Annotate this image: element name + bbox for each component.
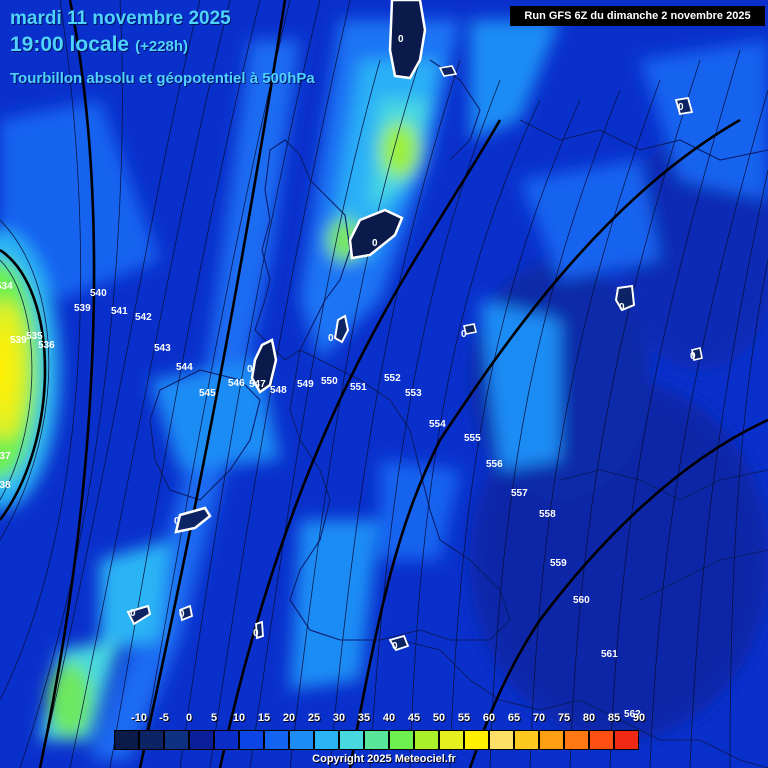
geopotential-label: 544 (176, 362, 193, 373)
vorticity-geopotential-map: 0 0 0 0 0 0 0 0 0 0 0 0 0 534 539 5 35 536 53… (0, 0, 768, 768)
legend-color-cell (289, 730, 314, 750)
legend-tick-label: 5 (210, 712, 218, 724)
geopotential-label: 552 (384, 373, 401, 384)
geopotential-label: 547 (249, 379, 266, 390)
geopotential-label: 545 (199, 388, 216, 399)
copyright: Copyright 2025 Meteociel.fr (312, 753, 456, 765)
legend-tick-label: -10 (131, 712, 147, 724)
geopotential-label: 536 (38, 340, 55, 351)
legend-color-cell (114, 730, 139, 750)
geopotential-label: 558 (539, 509, 556, 520)
geopotential-label: 553 (405, 388, 422, 399)
legend-color-cell (589, 730, 614, 750)
geopotential-label: 540 (90, 288, 107, 299)
legend-color-cell (489, 730, 514, 750)
legend-tick-label: 80 (582, 712, 596, 724)
geopotential-label: 551 (350, 382, 367, 393)
geopotential-label: 556 (486, 459, 503, 470)
legend-color-cell (514, 730, 539, 750)
legend-color-cell (139, 730, 164, 750)
forecast-local-time: 19:00 locale (10, 33, 130, 56)
legend-tick-label: 55 (457, 712, 471, 724)
legend-color-cell (164, 730, 189, 750)
geopotential-label: 539 (74, 303, 91, 314)
map-parameter: Tourbillon absolu et géopotentiel à 500h… (10, 70, 315, 87)
legend-tick-label: 70 (532, 712, 546, 724)
zero-label: 0 (130, 608, 136, 619)
zero-label: 0 (174, 516, 180, 527)
zero-label: 0 (690, 351, 696, 362)
legend-color-cell (464, 730, 489, 750)
geopotential-label: 548 (270, 385, 287, 396)
legend-color-cell (564, 730, 589, 750)
legend-tick-label: 15 (257, 712, 271, 724)
zero-label: 0 (247, 364, 253, 375)
legend-tick-label: 60 (482, 712, 496, 724)
geopotential-label: 541 (111, 306, 128, 317)
geopotential-label: 554 (429, 419, 446, 430)
zero-label: 0 (179, 609, 185, 620)
legend-color-cell (314, 730, 339, 750)
legend-tick-label: 90 (632, 712, 646, 724)
legend-tick-label: 25 (307, 712, 321, 724)
zero-label: 0 (398, 34, 404, 45)
geopotential-label: 549 (297, 379, 314, 390)
legend-color-cell (264, 730, 289, 750)
legend-color-cell (214, 730, 239, 750)
geopotential-label: 546 (228, 378, 245, 389)
legend-tick-label: 85 (607, 712, 621, 724)
zero-label: 0 (372, 238, 378, 249)
legend-tick-label: 30 (332, 712, 346, 724)
geopotential-label: 555 (464, 433, 481, 444)
zero-label: 0 (392, 641, 398, 652)
legend-color-cell (364, 730, 389, 750)
legend-color-cell (414, 730, 439, 750)
legend-tick-label: 65 (507, 712, 521, 724)
zero-label: 0 (619, 302, 625, 313)
legend-color-cell (189, 730, 214, 750)
zero-label: 0 (461, 329, 467, 340)
geopotential-label: 539 (10, 335, 27, 346)
legend-color-cell (614, 730, 639, 750)
geopotential-label: 561 (601, 649, 618, 660)
legend-tick-label: 10 (232, 712, 246, 724)
color-legend: -10 -5 0 5 10 15 20 25 30 35 40 45 50 55 60 65 70 75 80 85 9… (114, 712, 646, 752)
legend-tick-label: 75 (557, 712, 571, 724)
legend-tick-label: 45 (407, 712, 421, 724)
forecast-time: 19:00 locale (+228h) (10, 33, 188, 57)
legend-tick-label: 0 (185, 712, 193, 724)
geopotential-label: 534 (0, 281, 13, 292)
legend-color-cell (239, 730, 264, 750)
forecast-date: mardi 11 novembre 2025 (10, 8, 231, 29)
geopotential-label: 560 (573, 595, 590, 606)
legend-tick-label: -5 (159, 712, 169, 724)
geopotential-label: 537 (0, 451, 11, 462)
geopotential-label: 550 (321, 376, 338, 387)
geopotential-label: 559 (550, 558, 567, 569)
legend-tick-label: 35 (357, 712, 371, 724)
legend-tick-label: 50 (432, 712, 446, 724)
zero-label: 0 (678, 102, 684, 113)
zero-label: 0 (253, 628, 259, 639)
geopotential-label: 557 (511, 488, 528, 499)
legend-color-cell (539, 730, 564, 750)
legend-tick-label: 40 (382, 712, 396, 724)
legend-color-cell (389, 730, 414, 750)
geopotential-label: 543 (154, 343, 171, 354)
geopotential-label: 542 (135, 312, 152, 323)
run-info: Run GFS 6Z du dimanche 2 novembre 2025 (510, 6, 765, 26)
legend-color-cell (439, 730, 464, 750)
zero-label: 0 (328, 333, 334, 344)
weather-map: 0 0 0 0 0 0 0 0 0 0 0 0 0 534 539 5 35 536 53… (0, 0, 768, 768)
forecast-lead-time: (+228h) (135, 38, 189, 55)
legend-color-cell (339, 730, 364, 750)
geopotential-label: 538 (0, 480, 11, 491)
legend-tick-label: 20 (282, 712, 296, 724)
